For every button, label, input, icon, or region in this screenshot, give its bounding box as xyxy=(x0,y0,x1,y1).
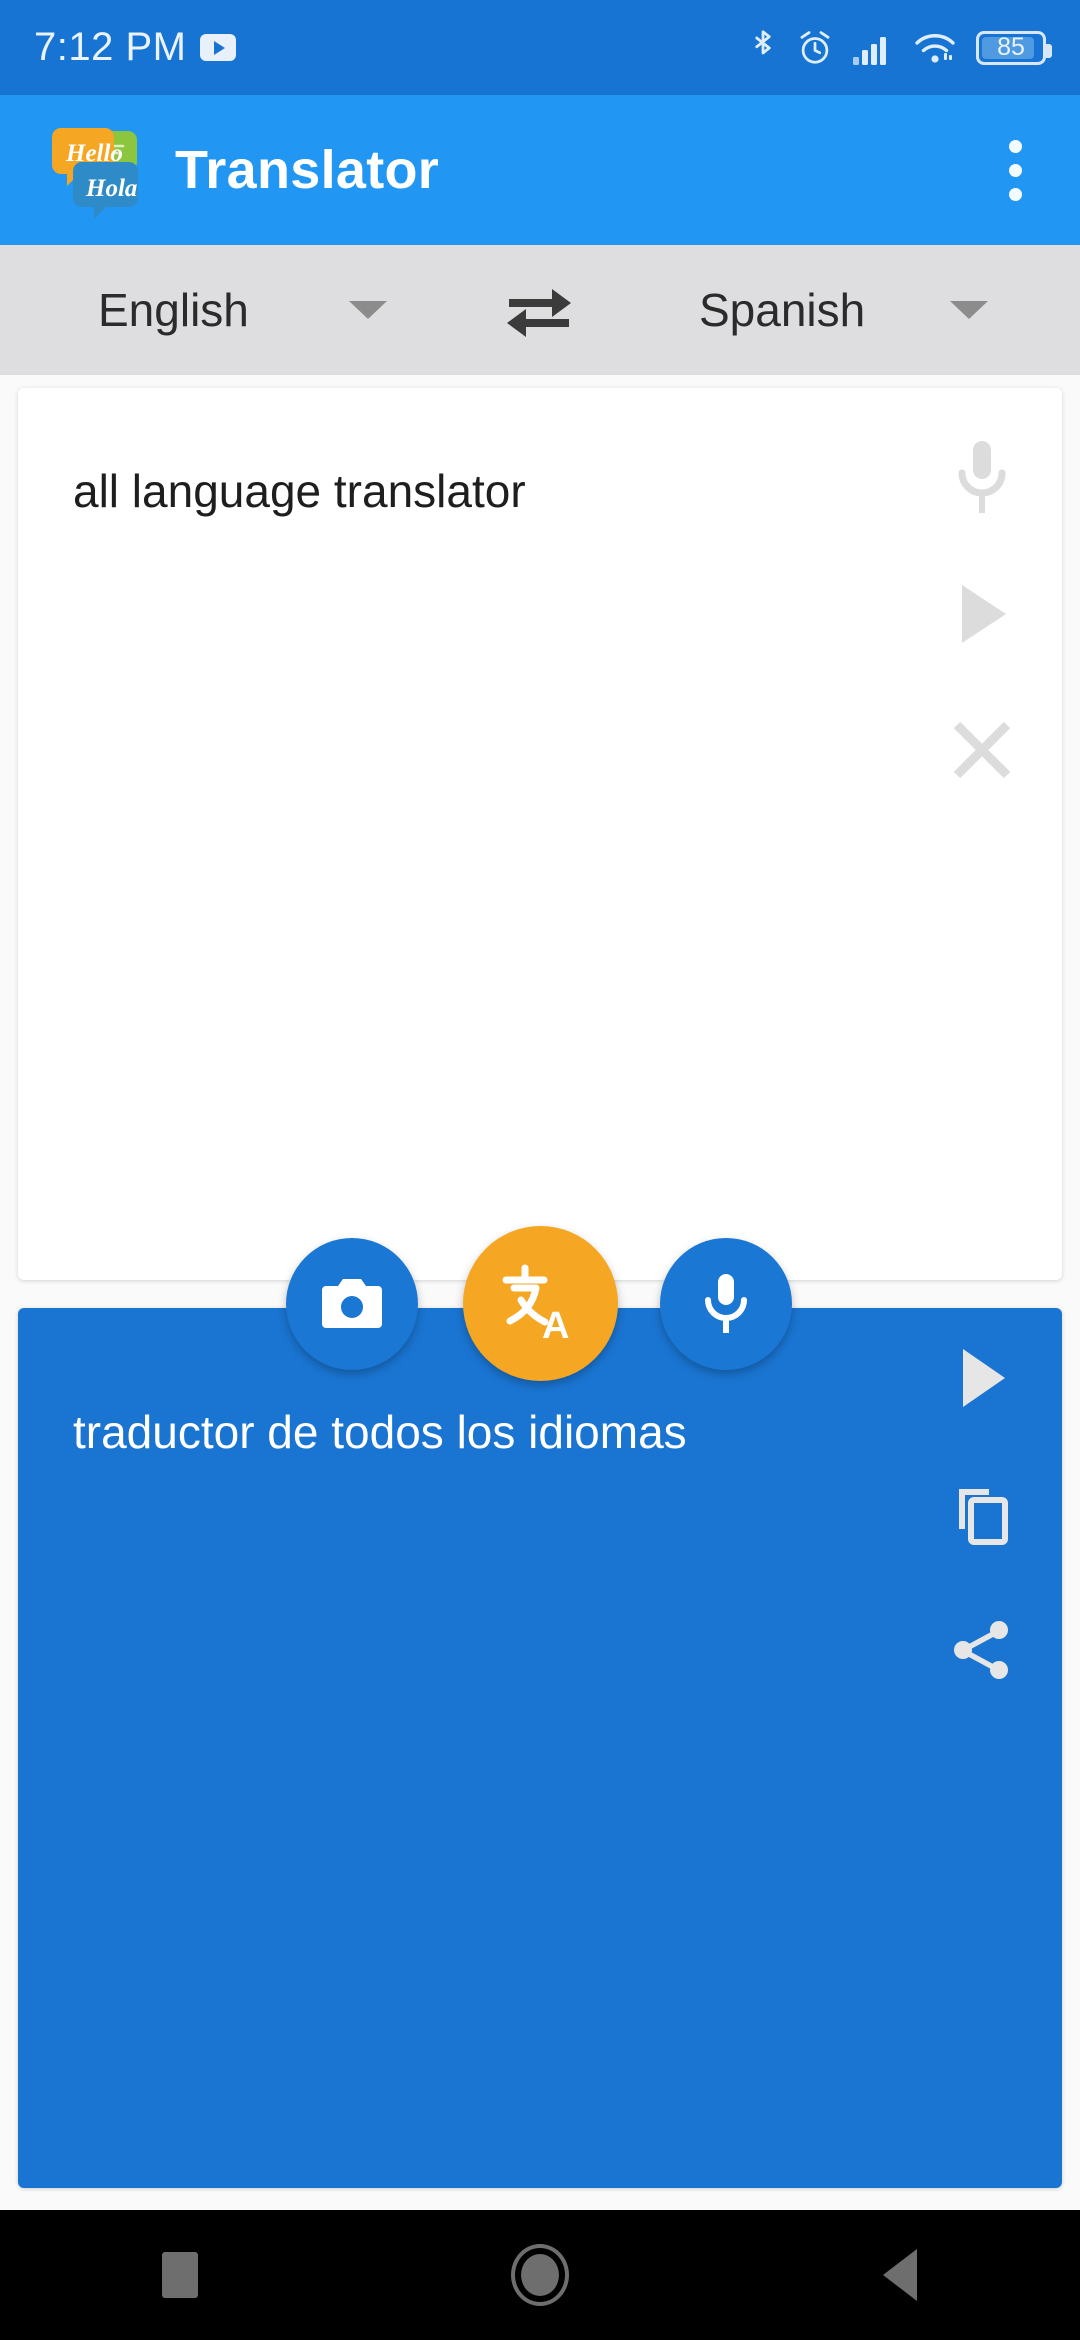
bluetooth-icon xyxy=(748,29,778,67)
square-recents-icon xyxy=(162,2252,198,2298)
nav-home-button[interactable] xyxy=(465,2210,615,2340)
camera-fab[interactable] xyxy=(286,1238,418,1370)
status-bar-right: 85 xyxy=(748,29,1052,67)
status-clock: 7:12 PM xyxy=(34,25,187,69)
cellular-signal-icon xyxy=(852,31,894,65)
triangle-back-icon xyxy=(883,2249,917,2301)
source-language-label: English xyxy=(98,284,249,336)
source-language-selector[interactable]: English xyxy=(0,245,479,375)
translation-actions xyxy=(934,1330,1030,1698)
logo-bubble-two-text: Hola xyxy=(85,175,137,202)
page-title: Translator xyxy=(175,140,440,200)
camera-icon xyxy=(322,1279,382,1328)
phone-screen: 7:12 PM 85 Hello Hola Translator English… xyxy=(0,0,1080,2340)
nav-back-button[interactable] xyxy=(825,2210,975,2340)
share-icon[interactable] xyxy=(934,1602,1030,1698)
play-icon[interactable] xyxy=(934,566,1030,662)
swap-horizontal-icon xyxy=(507,289,571,337)
target-language-selector[interactable]: Spanish xyxy=(599,245,1080,375)
translator-speech-bubbles-logo: Hello Hola xyxy=(45,117,151,223)
chevron-down-icon xyxy=(950,301,988,319)
mic-icon xyxy=(705,1274,747,1333)
system-navigation-bar xyxy=(0,2210,1080,2340)
svg-text:A: A xyxy=(542,1305,569,1346)
source-actions xyxy=(934,430,1030,798)
translation-result-card[interactable]: traductor de todos los idiomas xyxy=(18,1308,1062,2188)
youtube-icon xyxy=(200,34,237,61)
close-icon[interactable] xyxy=(934,702,1030,798)
status-bar-left: 7:12 PM xyxy=(34,25,748,70)
nav-recents-button[interactable] xyxy=(105,2210,255,2340)
translate-fab[interactable]: A xyxy=(463,1226,618,1381)
target-language-label: Spanish xyxy=(699,284,866,336)
more-vertical-icon[interactable] xyxy=(980,115,1050,225)
source-text-card[interactable]: all language translator xyxy=(18,388,1062,1280)
mic-icon[interactable] xyxy=(934,430,1030,526)
battery-icon: 85 xyxy=(976,30,1052,65)
translate-icon: A xyxy=(502,1264,569,1346)
translation-text: traductor de todos los idiomas xyxy=(73,1406,687,1458)
wifi-icon xyxy=(913,31,957,65)
swap-languages-button[interactable] xyxy=(479,260,599,360)
battery-level: 85 xyxy=(997,33,1025,61)
alarm-icon xyxy=(797,29,833,67)
copy-icon[interactable] xyxy=(934,1466,1030,1562)
mic-fab[interactable] xyxy=(660,1238,792,1370)
source-text-input[interactable]: all language translator xyxy=(73,460,872,522)
app-bar: Hello Hola Translator xyxy=(0,95,1080,245)
status-bar: 7:12 PM 85 xyxy=(0,0,1080,95)
circle-home-icon xyxy=(511,2244,569,2306)
play-icon[interactable] xyxy=(934,1330,1030,1426)
chevron-down-icon xyxy=(349,301,387,319)
language-bar: English Spanish xyxy=(0,245,1080,375)
